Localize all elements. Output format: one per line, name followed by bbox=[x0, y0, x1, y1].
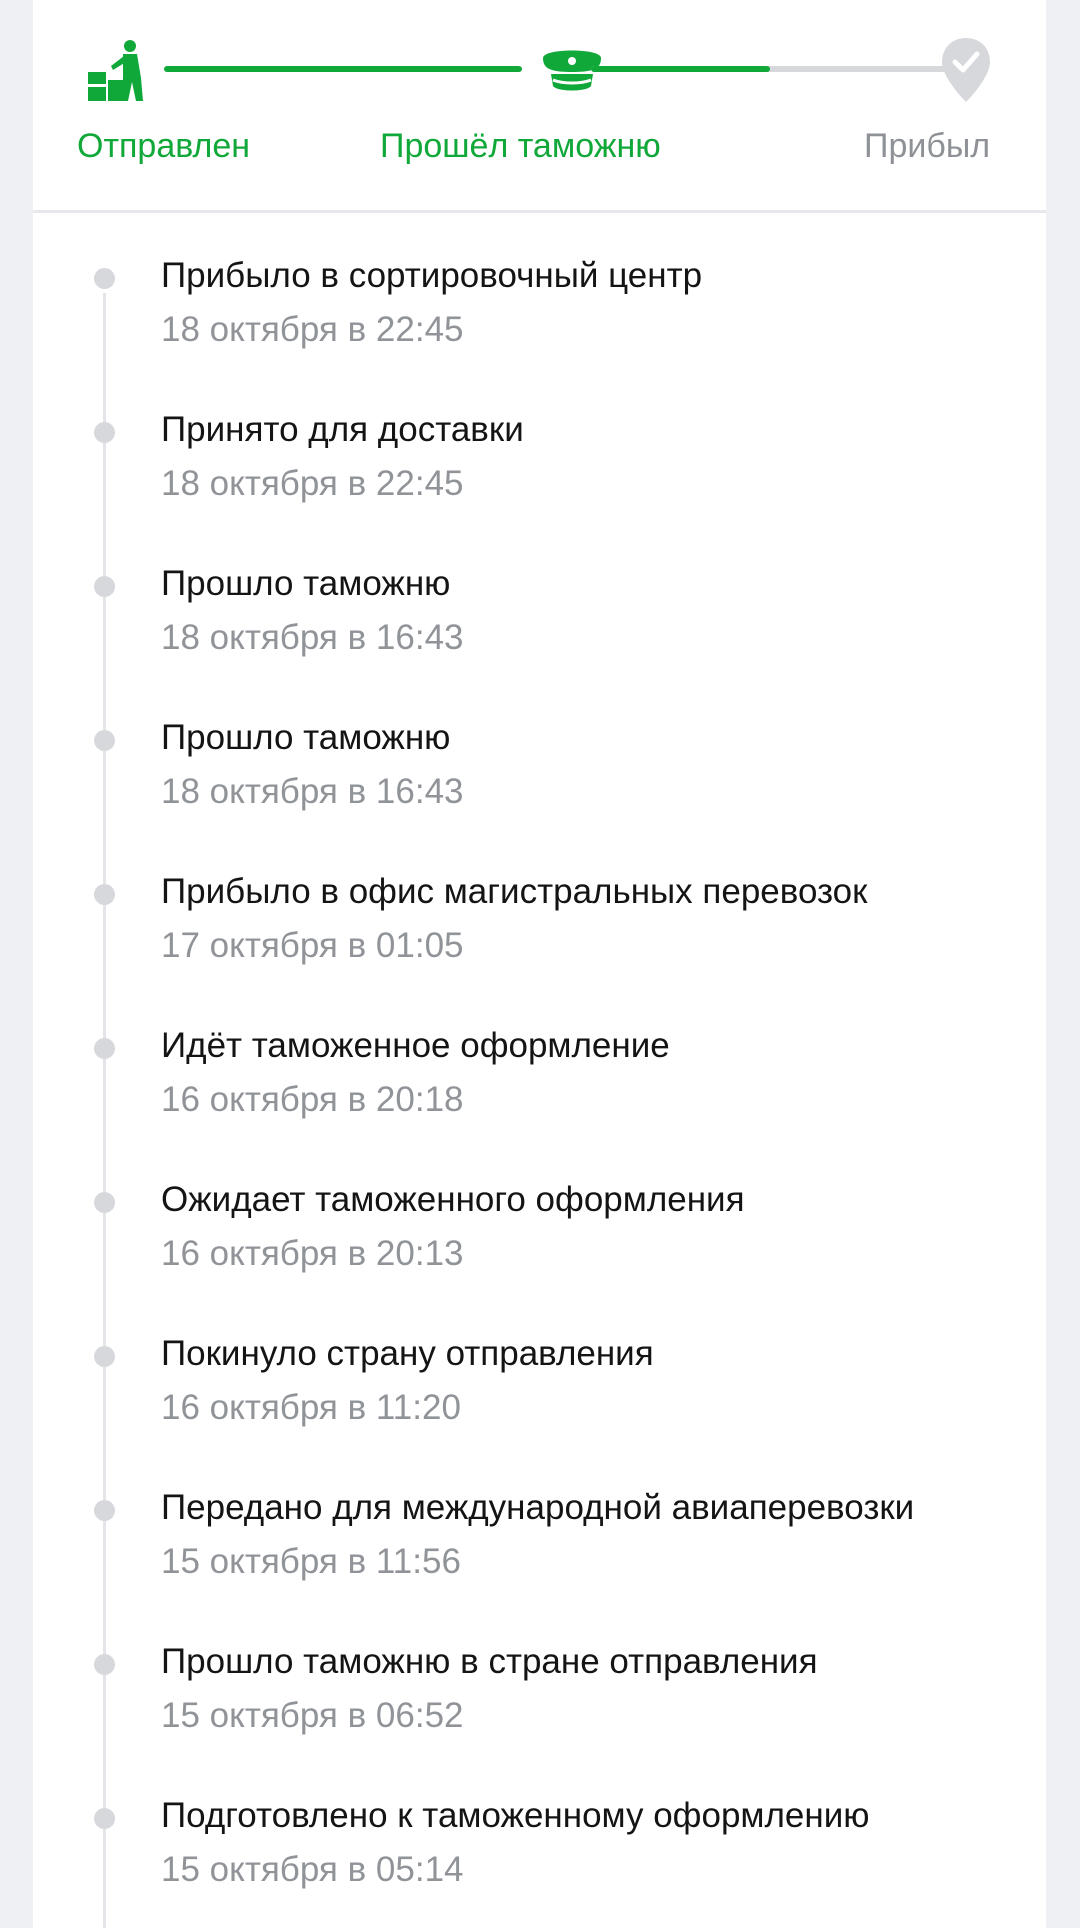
event-time: 18 октября в 16:43 bbox=[161, 618, 464, 657]
history-event: Передано для международной авиаперевозки… bbox=[33, 1445, 1046, 1599]
delivery-progress: Отправлен Прошёл таможню Прибыл bbox=[33, 0, 1046, 210]
progress-track-2-fill bbox=[591, 66, 770, 72]
timeline-dot bbox=[94, 730, 115, 751]
event-title: Прошло таможню bbox=[161, 718, 451, 757]
progress-track-1 bbox=[164, 66, 522, 72]
event-time: 18 октября в 16:43 bbox=[161, 772, 464, 811]
event-time: 16 октября в 20:18 bbox=[161, 1080, 464, 1119]
tracking-card: Отправлен Прошёл таможню Прибыл Прибыло … bbox=[33, 0, 1046, 1928]
timeline-dot bbox=[94, 422, 115, 443]
history-event: Прибыло в сортировочный центр 18 октября… bbox=[33, 213, 1046, 367]
event-time: 15 октября в 05:14 bbox=[161, 1850, 464, 1889]
timeline-dot bbox=[94, 1808, 115, 1829]
timeline-dot bbox=[94, 884, 115, 905]
timeline-dot bbox=[94, 268, 115, 289]
history-event: Подготовлено к таможенному оформлению 15… bbox=[33, 1753, 1046, 1907]
event-title: Прошло таможню в стране отправления bbox=[161, 1642, 818, 1681]
timeline-dot bbox=[94, 1654, 115, 1675]
event-title: Покинуло страну отправления bbox=[161, 1334, 654, 1373]
event-title: Подготовлено к таможенному оформлению bbox=[161, 1796, 870, 1835]
shipped-worker-icon bbox=[88, 40, 143, 101]
history-event: Прошло таможню 18 октября в 16:43 bbox=[33, 521, 1046, 675]
history-event: Прошло таможню в стране отправления 15 о… bbox=[33, 1599, 1046, 1753]
event-title: Прибыло в офис магистральных перевозок bbox=[161, 872, 868, 911]
history-event: Идёт таможенное оформление 16 октября в … bbox=[33, 983, 1046, 1137]
tracking-history: Прибыло в сортировочный центр 18 октября… bbox=[33, 213, 1046, 1928]
step-label-customs: Прошёл таможню bbox=[380, 127, 661, 165]
event-title: Принято для доставки bbox=[161, 410, 524, 449]
progress-track-2 bbox=[591, 66, 948, 72]
event-title: Прибыло в сортировочный центр bbox=[161, 256, 703, 295]
history-event: Ожидает таможенного оформления 16 октябр… bbox=[33, 1137, 1046, 1291]
event-title: Прошло таможню bbox=[161, 564, 451, 603]
step-label-arrived: Прибыл bbox=[864, 127, 991, 165]
timeline-dot bbox=[94, 1192, 115, 1213]
history-event: Принято для доставки 18 октября в 22:45 bbox=[33, 367, 1046, 521]
history-event: Покинуло страну отправления 16 октября в… bbox=[33, 1291, 1046, 1445]
event-title: Ожидает таможенного оформления bbox=[161, 1180, 745, 1219]
timeline-dot bbox=[94, 1346, 115, 1367]
event-title: Идёт таможенное оформление bbox=[161, 1026, 670, 1065]
event-time: 15 октября в 06:52 bbox=[161, 1696, 464, 1735]
event-time: 18 октября в 22:45 bbox=[161, 310, 464, 349]
history-event: Прошло таможню 18 октября в 16:43 bbox=[33, 675, 1046, 829]
event-time: 16 октября в 11:20 bbox=[161, 1388, 461, 1427]
location-check-icon bbox=[942, 38, 990, 102]
step-label-shipped: Отправлен bbox=[77, 127, 251, 165]
event-time: 15 октября в 11:56 bbox=[161, 1542, 461, 1581]
timeline-dot bbox=[94, 1038, 115, 1059]
event-time: 16 октября в 20:13 bbox=[161, 1234, 464, 1273]
event-time: 18 октября в 22:45 bbox=[161, 464, 464, 503]
history-event: Прибыло в офис магистральных перевозок 1… bbox=[33, 829, 1046, 983]
timeline-dot bbox=[94, 1500, 115, 1521]
event-time: 17 октября в 01:05 bbox=[161, 926, 464, 965]
event-title: Передано для международной авиаперевозки bbox=[161, 1488, 915, 1527]
timeline-dot bbox=[94, 576, 115, 597]
